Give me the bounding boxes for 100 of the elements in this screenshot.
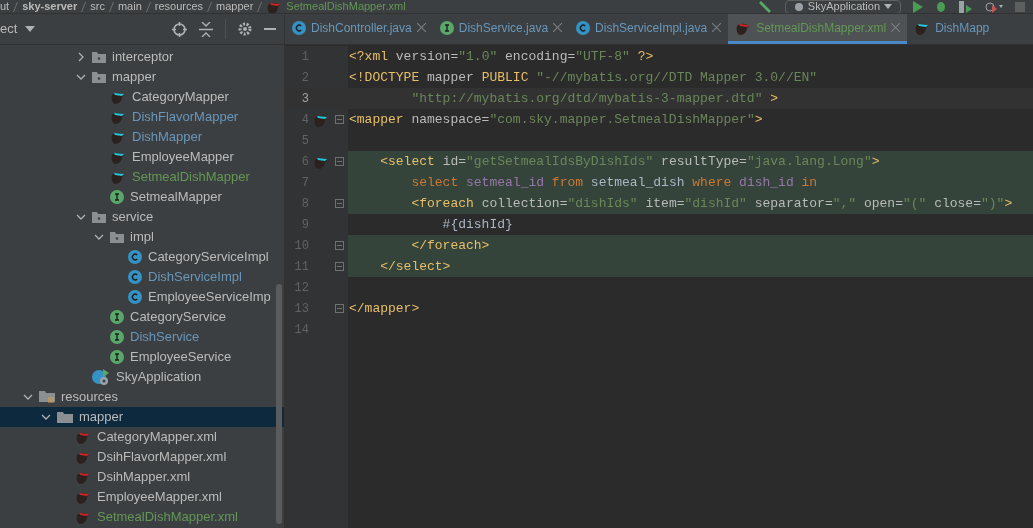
package-folder-icon <box>110 231 124 243</box>
panel-title[interactable]: ect <box>0 19 18 39</box>
code-editor[interactable] <box>285 45 1033 528</box>
package-folder-icon <box>92 51 106 63</box>
close-icon[interactable] <box>891 23 901 32</box>
breadcrumb-item[interactable]: sky-server <box>22 1 78 12</box>
tree-item[interactable]: CategoryService <box>0 307 284 327</box>
tree-item[interactable]: impl <box>0 227 284 247</box>
tree-item[interactable]: SetmealDishMapper <box>0 167 284 187</box>
tree-item[interactable]: EmployeeServiceImp <box>0 287 284 307</box>
collapse-chevron-icon[interactable] <box>76 52 86 62</box>
tree-item-label: DishFlavorMapper <box>132 109 239 125</box>
tree-item[interactable]: DsihMapper.xml <box>0 467 284 487</box>
tree-item[interactable]: EmployeeService <box>0 347 284 367</box>
breadcrumb-item[interactable]: mapper <box>216 1 254 12</box>
tree-item[interactable]: SkyApplication <box>0 367 284 387</box>
collapse-all-icon[interactable] <box>199 21 213 37</box>
close-icon[interactable] <box>712 23 722 32</box>
code-line: <!DOCTYPE mapper PUBLIC "-//mybatis.org//DTD Mapper 3.0//EN" <box>349 68 818 87</box>
tree-item[interactable]: SetmealDishMapper.xml <box>0 507 284 527</box>
expand-chevron-icon[interactable] <box>76 72 86 82</box>
tree-item[interactable]: CategoryServiceImpl <box>0 247 284 267</box>
editor-tab[interactable]: DishMapp <box>907 14 997 44</box>
tree-item-label: CategoryMapper.xml <box>97 429 217 445</box>
class-icon <box>128 290 142 304</box>
fold-marker-icon[interactable] <box>334 157 344 166</box>
tree-item-label: SetmealDishMapper.xml <box>97 509 238 525</box>
tree-item-label: impl <box>130 229 154 245</box>
tree-item-label: interceptor <box>112 49 174 65</box>
tree-item-label: DishServiceImpl <box>148 269 242 285</box>
tree-item[interactable]: interceptor <box>0 47 284 67</box>
tree-item[interactable]: DishServiceImpl <box>0 267 284 287</box>
fold-marker-icon[interactable] <box>334 262 344 271</box>
tree-item-label: CategoryService <box>130 309 227 325</box>
code-line: <foreach collection="dishIds" item="dishId" separator="," open="(" close=")"> <box>410 194 1013 213</box>
fold-marker-icon[interactable] <box>334 304 344 313</box>
breadcrumb-item[interactable]: src <box>90 1 105 12</box>
locate-icon[interactable] <box>172 21 187 37</box>
bug-icon[interactable] <box>935 0 947 13</box>
package-folder-icon <box>92 211 106 223</box>
caret-icon[interactable] <box>25 26 36 32</box>
breadcrumb-item[interactable]: ut <box>0 1 10 12</box>
package-folder-icon <box>92 71 106 83</box>
tree-item[interactable]: DishService <box>0 327 284 347</box>
interface-icon <box>439 20 454 35</box>
tree-item[interactable]: DsihFlavorMapper.xml <box>0 447 284 467</box>
interface-icon <box>110 310 124 324</box>
tree-item-label: resources <box>61 389 119 405</box>
tree-item-label: EmployeeMapper <box>132 149 234 165</box>
tree-item[interactable]: resources <box>0 387 284 407</box>
coverage-icon[interactable] <box>959 0 973 13</box>
interface-icon <box>110 190 124 204</box>
code-line: </mapper> <box>349 299 420 318</box>
code-line: #{dishId} <box>441 215 513 234</box>
tree-item-label: SkyApplication <box>116 369 202 385</box>
separator-icon <box>145 1 151 12</box>
editor-tab[interactable]: DishService.java <box>432 14 570 44</box>
tree-item[interactable]: EmployeeMapper <box>0 147 284 167</box>
code-line: <select id="getSetmealIdsByDishIds" resultType="java.lang.Long"> <box>379 152 880 171</box>
resources-folder-icon <box>39 390 55 404</box>
tree-item[interactable]: mapper <box>0 67 284 87</box>
tree-item-label: DishMapper <box>132 129 203 145</box>
breadcrumb-item[interactable]: main <box>117 1 142 12</box>
tree-item[interactable]: EmployeeMapper.xml <box>0 487 284 507</box>
settings-icon[interactable] <box>238 22 252 36</box>
editor-tab[interactable]: DishController.java <box>285 14 433 44</box>
tree-item-label: SetmealMapper <box>130 189 222 205</box>
profiler-icon[interactable] <box>985 0 1003 13</box>
code-line: "http://mybatis.org/dtd/mybatis-3-mapper.dtd" > <box>410 89 779 108</box>
tree-item[interactable]: mapper <box>0 407 284 427</box>
class-icon <box>128 270 142 284</box>
separator-icon <box>257 1 263 12</box>
code-line: <mapper namespace="com.sky.mapper.SetmealDishMapper"> <box>349 110 763 129</box>
run-icon[interactable] <box>913 0 923 13</box>
tree-item-label: CategoryServiceImpl <box>148 249 269 265</box>
scrollbar[interactable] <box>276 284 282 524</box>
close-icon[interactable] <box>416 23 426 32</box>
fold-marker-icon[interactable] <box>334 199 344 208</box>
tree-item[interactable]: DishFlavorMapper <box>0 107 284 127</box>
tree-item-label: EmployeeService <box>130 349 232 365</box>
breadcrumb-item[interactable]: SetmealDishMapper.xml <box>286 1 406 12</box>
fold-marker-icon[interactable] <box>334 115 344 124</box>
code-line: </foreach> <box>410 236 490 255</box>
editor-tab[interactable]: DishServiceImpl.java <box>569 14 729 44</box>
app-class-icon <box>92 368 110 386</box>
tree-item[interactable]: service <box>0 207 284 227</box>
interface-icon <box>110 330 124 344</box>
breadcrumb-item[interactable]: resources <box>154 1 204 12</box>
code-line: select setmeal_id from setmeal_dish where dish_id in <box>410 173 818 192</box>
tree-item-label: SetmealDishMapper <box>132 169 250 185</box>
tree-item[interactable]: DishMapper <box>0 127 284 147</box>
stop-icon[interactable] <box>1015 1 1025 12</box>
tree-item[interactable]: SetmealMapper <box>0 187 284 207</box>
tree-item-label: DsihMapper.xml <box>97 469 191 485</box>
tree-item[interactable]: CategoryMapper <box>0 87 284 107</box>
run-configuration-dropdown[interactable]: SkyApplication <box>784 0 901 13</box>
tree-item[interactable]: CategoryMapper.xml <box>0 427 284 447</box>
fold-marker-icon[interactable] <box>334 241 344 250</box>
close-icon[interactable] <box>553 23 563 32</box>
code-line: <?xml version="1.0" encoding="UTF-8" ?> <box>349 47 654 66</box>
